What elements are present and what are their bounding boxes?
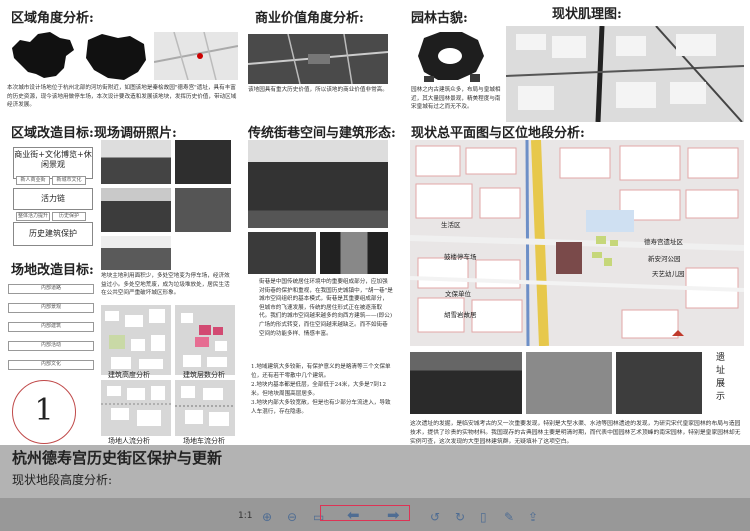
site-goal-item: 内部活动 — [8, 341, 94, 351]
zoom-ratio[interactable]: 1:1 — [238, 511, 252, 521]
site-goal-item: 内部文化 — [8, 360, 94, 370]
zoom-in-icon[interactable]: ⊕ — [262, 510, 272, 524]
garden-history-text: 园林之内古建筑众多，布局与皇城相近，其大量园林景观，精美程度与南宋皇城有过之而无… — [411, 87, 501, 111]
survey-photo — [175, 140, 231, 184]
relics-photo — [410, 352, 522, 414]
master-label: 文保单位 — [445, 290, 471, 298]
commercial-value-title: 商业价值角度分析: — [255, 11, 364, 26]
commercial-value-text: 该地园具有重大历史价值，所以该地的商业价值非常高。 — [248, 87, 388, 93]
delete-icon[interactable]: ▯ — [480, 510, 487, 524]
goal-box-heritage: 历史建筑保护 — [13, 222, 93, 246]
floors-map — [175, 305, 235, 375]
region-analysis-text: 本次城市设计场地位于杭州北部的河坊街附近，如图该地是秦桧故园"德寿宫"遗址，具有… — [7, 85, 237, 109]
people-flow-map — [101, 380, 171, 436]
project-number: 1 — [34, 393, 54, 428]
goal-small-label: 新人商业街 — [16, 176, 50, 185]
master-plan-title: 现状总平面图与区位地段分析: — [411, 126, 585, 141]
goal-small-label: 新城市文化 — [52, 176, 86, 185]
master-label: 天艺幼儿园 — [652, 270, 685, 278]
garden-history-title: 园林古貌: — [411, 11, 468, 26]
goal-small-label: 整体活力提升 — [16, 212, 50, 221]
zoom-out-icon[interactable]: ⊖ — [287, 510, 297, 524]
survey-photos-title: 现场调研照片: — [94, 126, 177, 141]
goal-box-commercial: 商业街+文化博览+休闲景观 — [13, 147, 93, 179]
site-goal-text: 地块主地利用面积少，多处空地变为停车场，经济效益过小。多处空地荒废，成为垃圾堆放… — [101, 273, 230, 297]
master-label: 新安河公园 — [648, 255, 681, 263]
street-space-text: 街巷是中国传统居住环境中的重要组成部分，应加强对街巷的保护和重视，在我国历史城镇… — [259, 279, 393, 337]
relics-side-title: 遗址 展示 — [716, 353, 726, 402]
street-note: 2.地块内基本都是低层，全部低于24米，大多是7到12米。但地块周围高层居多。 — [251, 382, 387, 397]
map-caption: 建筑高度分析 — [108, 371, 150, 379]
map-caption: 建筑层数分析 — [183, 371, 225, 379]
street-photo — [248, 140, 388, 228]
texture-map — [506, 26, 744, 122]
relics-text: 这次遗址的发掘，是临安城考古的又一次重要发现，特别是大型水渠、水池等园林遗迹的发… — [410, 421, 741, 445]
aerial-map — [248, 34, 388, 84]
survey-photo — [101, 188, 171, 232]
site-goal-item: 内部景观 — [8, 303, 94, 313]
survey-photo — [101, 236, 171, 270]
relics-photo — [616, 352, 702, 414]
site-goal-item: 内部建筑 — [8, 322, 94, 332]
zhejiang-map — [80, 30, 152, 84]
street-note: 1.地域建筑大多较新，有保护意义的是略清等三个文保单位，还有若干零散中几个建筑。 — [251, 364, 391, 379]
transform-goal-title: 区域改造目标: — [11, 126, 94, 141]
car-flow-map — [175, 380, 235, 436]
street-note: 3.地块内部大多较宽敞，但是也有少部分车流进入，导致人车混行，存在隐患。 — [251, 400, 391, 415]
texture-map-title: 现状肌理图: — [552, 7, 622, 22]
master-label: 生活区 — [441, 221, 461, 229]
street-space-title: 传统街巷空间与建筑形态: — [248, 126, 396, 141]
region-analysis-title: 区域角度分析: — [11, 11, 94, 26]
master-label: 胡雪岩故居 — [444, 311, 477, 319]
prev-icon[interactable]: ⬅ — [347, 506, 360, 524]
relics-photo — [526, 352, 612, 414]
project-title: 杭州德寿宫历史街区保护与更新 — [12, 449, 223, 467]
goal-box-vitality: 活力链 — [13, 188, 93, 210]
survey-photo — [175, 188, 231, 232]
street-photo — [320, 232, 388, 274]
next-icon[interactable]: ➡ — [387, 506, 400, 524]
edit-icon[interactable]: ✎ — [504, 510, 514, 524]
rotate-left-icon[interactable]: ↺ — [430, 510, 440, 524]
share-icon[interactable]: ⇪ — [528, 510, 538, 524]
site-goal-item: 内部道路 — [8, 284, 94, 294]
height-analysis-title: 现状地段高度分析: — [12, 473, 113, 487]
master-label: 鼓楼停车场 — [444, 253, 477, 261]
garden-plan — [410, 26, 490, 84]
survey-photo — [101, 140, 171, 184]
china-map — [8, 28, 76, 82]
site-goal-title: 场地改造目标: — [11, 263, 94, 278]
height-map — [101, 305, 171, 375]
goal-small-label: 历史保护 — [52, 212, 86, 221]
rotate-right-icon[interactable]: ↻ — [455, 510, 465, 524]
street-photo — [248, 232, 316, 274]
region-map — [154, 32, 238, 80]
master-label: 德寿宫遗址区 — [644, 238, 683, 246]
